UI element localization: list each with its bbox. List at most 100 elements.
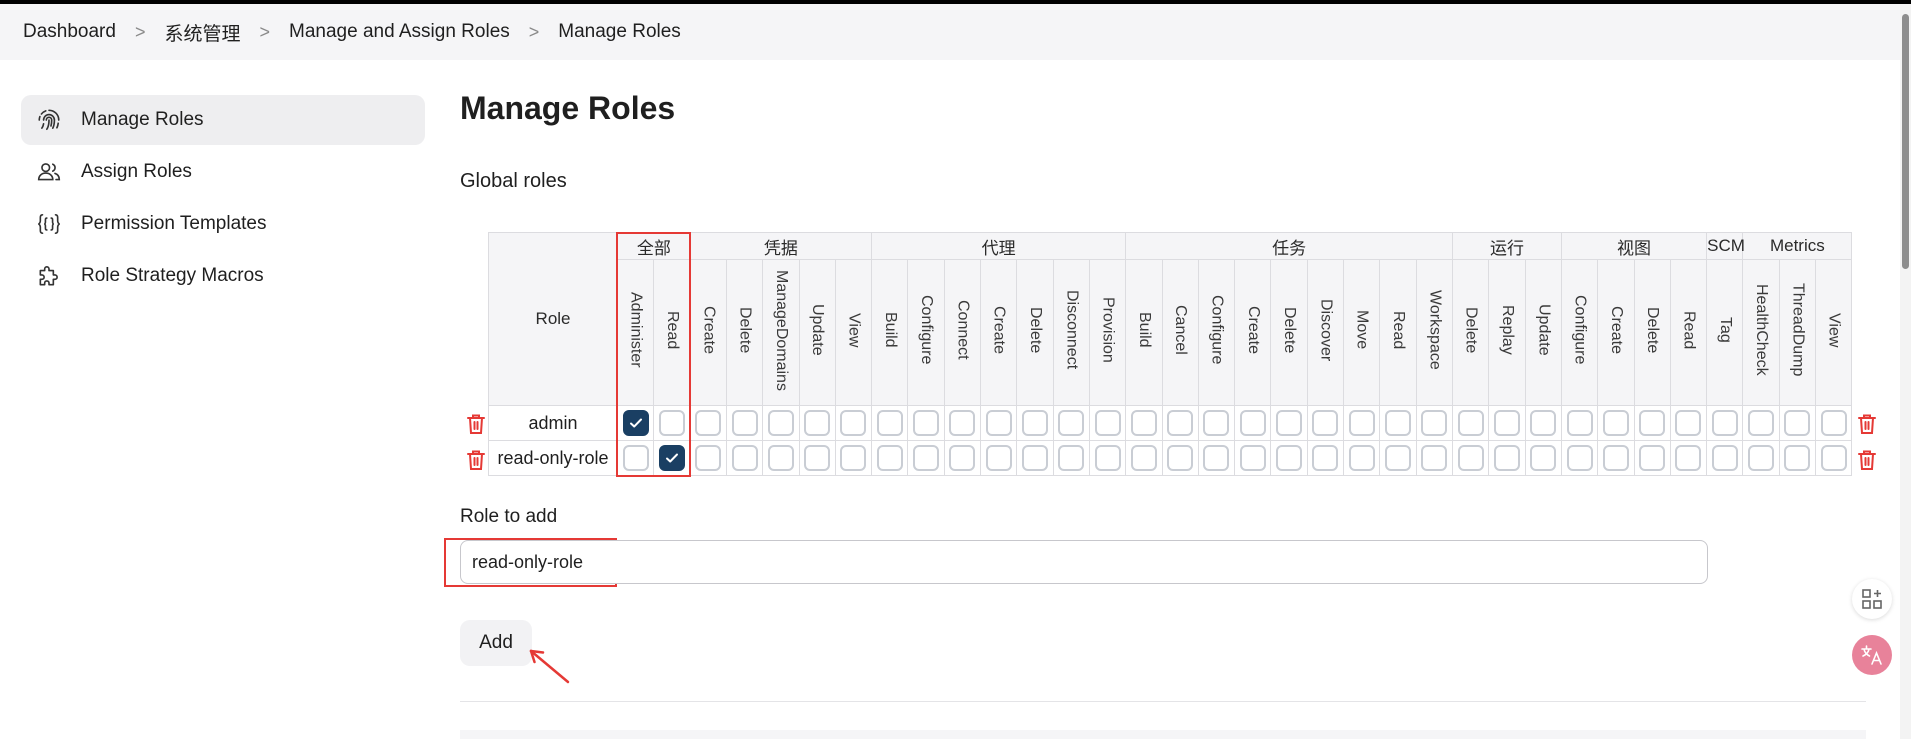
permission-checkbox-g5-read[interactable] bbox=[1675, 445, 1702, 471]
permission-cell bbox=[1197, 440, 1236, 476]
permission-checkbox-g2-disconnect[interactable] bbox=[1058, 445, 1085, 471]
permission-checkbox-g3-discover[interactable] bbox=[1312, 410, 1339, 436]
permission-checkbox-g2-connect[interactable] bbox=[949, 445, 976, 471]
permission-checkbox-g3-build[interactable] bbox=[1130, 410, 1157, 436]
breadcrumb-dashboard[interactable]: Dashboard bbox=[23, 21, 116, 43]
permission-checkbox-g3-read[interactable] bbox=[1384, 445, 1411, 471]
permission-checkbox-g4-replay[interactable] bbox=[1493, 445, 1520, 471]
permission-checkbox-g1-managedomains[interactable] bbox=[767, 445, 794, 471]
delete-role-read-only-role-right-icon[interactable] bbox=[1857, 449, 1877, 471]
scrollbar-track[interactable] bbox=[1900, 4, 1911, 739]
permission-checkbox-g5-configure[interactable] bbox=[1566, 445, 1593, 471]
permission-checkbox-g2-build[interactable] bbox=[876, 445, 903, 471]
delete-role-read-only-role-icon[interactable] bbox=[466, 449, 486, 471]
breadcrumb-manage-assign-roles[interactable]: Manage and Assign Roles bbox=[289, 21, 510, 43]
permission-checkbox-g5-read[interactable] bbox=[1675, 410, 1702, 436]
divider bbox=[460, 701, 1866, 702]
permission-checkbox-g3-delete[interactable] bbox=[1276, 445, 1303, 471]
permission-checkbox-g5-create[interactable] bbox=[1602, 445, 1629, 471]
permission-checkbox-g1-managedomains[interactable] bbox=[767, 410, 794, 436]
permission-checkbox-g4-delete[interactable] bbox=[1457, 445, 1484, 471]
permission-cell bbox=[798, 440, 836, 476]
permission-checkbox-g3-build[interactable] bbox=[1130, 445, 1157, 471]
breadcrumb-system-management[interactable]: 系统管理 bbox=[164, 19, 240, 46]
delete-role-admin-icon[interactable] bbox=[466, 413, 486, 435]
sidebar-item-permission-templates[interactable]: Permission Templates bbox=[21, 199, 425, 249]
permission-checkbox-g2-connect[interactable] bbox=[949, 410, 976, 436]
permission-cell bbox=[1488, 440, 1526, 476]
permission-checkbox-g1-view[interactable] bbox=[840, 445, 867, 471]
permission-checkbox-g7-healthcheck[interactable] bbox=[1748, 445, 1775, 471]
permission-checkbox-g4-update[interactable] bbox=[1530, 410, 1557, 436]
apps-float-button[interactable] bbox=[1852, 579, 1892, 619]
permission-checkbox-g2-provision[interactable] bbox=[1094, 445, 1121, 471]
permission-checkbox-g5-configure[interactable] bbox=[1566, 410, 1593, 436]
scrollbar-thumb[interactable] bbox=[1902, 14, 1909, 269]
permission-header-g4-update: Update bbox=[1524, 259, 1562, 406]
permission-checkbox-g1-delete[interactable] bbox=[731, 445, 758, 471]
permission-checkbox-g3-move[interactable] bbox=[1348, 410, 1375, 436]
permission-checkbox-g2-configure[interactable] bbox=[913, 410, 940, 436]
add-role-button[interactable]: Add bbox=[460, 620, 532, 666]
permission-checkbox-g5-delete[interactable] bbox=[1639, 445, 1666, 471]
permission-checkbox-g3-configure[interactable] bbox=[1203, 445, 1230, 471]
permission-checkbox-g2-delete[interactable] bbox=[1021, 445, 1048, 471]
permission-checkbox-g2-create[interactable] bbox=[985, 410, 1012, 436]
permission-label: Delete bbox=[1462, 306, 1480, 354]
permission-cell bbox=[725, 405, 764, 441]
permission-checkbox-g3-read[interactable] bbox=[1384, 410, 1411, 436]
permission-checkbox-g3-cancel[interactable] bbox=[1167, 410, 1194, 436]
permission-checkbox-g1-update[interactable] bbox=[804, 410, 831, 436]
permission-checkbox-g3-workspace[interactable] bbox=[1421, 445, 1448, 471]
permission-checkbox-g1-create[interactable] bbox=[695, 445, 722, 471]
permission-checkbox-g7-view[interactable] bbox=[1820, 445, 1847, 471]
permission-label: Cancel bbox=[1172, 305, 1190, 355]
delete-role-admin-right-icon[interactable] bbox=[1857, 413, 1877, 435]
permission-checkbox-g5-delete[interactable] bbox=[1639, 410, 1666, 436]
permission-checkbox-g3-cancel[interactable] bbox=[1167, 445, 1194, 471]
permission-checkbox-g7-view[interactable] bbox=[1820, 410, 1847, 436]
permission-label: Disconnect bbox=[1063, 290, 1081, 370]
group-header-run: 运行 bbox=[1452, 232, 1562, 260]
permission-checkbox-g4-delete[interactable] bbox=[1457, 410, 1484, 436]
breadcrumb-separator: > bbox=[528, 21, 540, 42]
permission-checkbox-g1-update[interactable] bbox=[804, 445, 831, 471]
permission-checkbox-g2-create[interactable] bbox=[985, 445, 1012, 471]
role-to-add-input[interactable] bbox=[460, 540, 1708, 584]
permission-checkbox-g3-configure[interactable] bbox=[1203, 410, 1230, 436]
permission-checkbox-g3-workspace[interactable] bbox=[1421, 410, 1448, 436]
permission-checkbox-g5-create[interactable] bbox=[1602, 410, 1629, 436]
permission-checkbox-g1-create[interactable] bbox=[695, 410, 722, 436]
permission-cell bbox=[1669, 440, 1708, 476]
permission-header-g3-discover: Discover bbox=[1306, 259, 1345, 406]
permission-checkbox-g4-replay[interactable] bbox=[1493, 410, 1520, 436]
permission-checkbox-g3-create[interactable] bbox=[1239, 410, 1266, 436]
group-header-view: 视图 bbox=[1560, 232, 1708, 260]
permission-checkbox-g7-healthcheck[interactable] bbox=[1748, 410, 1775, 436]
permission-checkbox-g2-disconnect[interactable] bbox=[1058, 410, 1085, 436]
permission-checkbox-g7-threaddump[interactable] bbox=[1784, 445, 1811, 471]
permission-checkbox-g4-update[interactable] bbox=[1530, 445, 1557, 471]
permission-cell bbox=[1597, 405, 1635, 441]
breadcrumb-manage-roles[interactable]: Manage Roles bbox=[558, 21, 681, 43]
permission-checkbox-g2-provision[interactable] bbox=[1094, 410, 1121, 436]
permission-checkbox-g7-threaddump[interactable] bbox=[1784, 410, 1811, 436]
permission-checkbox-g2-build[interactable] bbox=[876, 410, 903, 436]
permission-checkbox-g6-tag[interactable] bbox=[1711, 445, 1738, 471]
permission-checkbox-g2-configure[interactable] bbox=[913, 445, 940, 471]
sidebar-item-assign-roles[interactable]: Assign Roles bbox=[21, 147, 425, 197]
role-row-read-only-role: read-only-role bbox=[487, 440, 1854, 476]
permission-header-g3-workspace: Workspace bbox=[1415, 259, 1454, 406]
permission-checkbox-g3-move[interactable] bbox=[1348, 445, 1375, 471]
permission-checkbox-g3-delete[interactable] bbox=[1276, 410, 1303, 436]
permission-checkbox-g1-view[interactable] bbox=[840, 410, 867, 436]
sidebar-item-manage-roles[interactable]: Manage Roles bbox=[21, 95, 425, 145]
permission-checkbox-g1-delete[interactable] bbox=[731, 410, 758, 436]
permission-checkbox-g6-tag[interactable] bbox=[1711, 410, 1738, 436]
permission-cell bbox=[1052, 405, 1090, 441]
permission-checkbox-g2-delete[interactable] bbox=[1021, 410, 1048, 436]
permission-checkbox-g3-create[interactable] bbox=[1239, 445, 1266, 471]
translate-float-button[interactable] bbox=[1852, 635, 1892, 675]
permission-checkbox-g3-discover[interactable] bbox=[1312, 445, 1339, 471]
sidebar-item-role-strategy-macros[interactable]: Role Strategy Macros bbox=[21, 251, 425, 301]
